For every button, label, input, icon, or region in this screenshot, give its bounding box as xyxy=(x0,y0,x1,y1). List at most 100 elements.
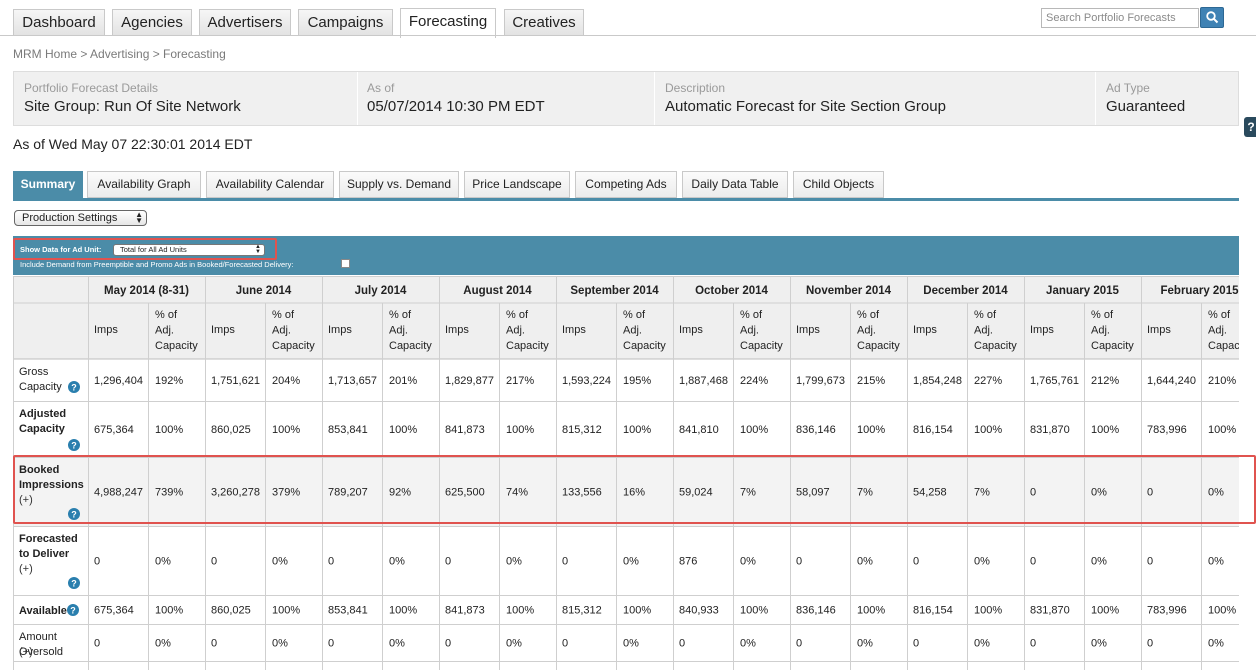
month-header: November 2014 xyxy=(806,285,892,297)
expand-link: (+) xyxy=(19,646,33,658)
imps-value: 1,854,248 xyxy=(913,375,962,387)
imps-value: 0 xyxy=(1147,638,1153,650)
pct-value: 100% xyxy=(974,605,1002,617)
subtab-competing-ads[interactable]: Competing Ads xyxy=(575,171,677,198)
pct-value: 100% xyxy=(155,605,183,617)
subtab-summary[interactable]: Summary xyxy=(13,171,83,199)
imps-value: 0 xyxy=(913,638,919,650)
pct-value: 224% xyxy=(740,375,768,387)
imps-value: 853,841 xyxy=(328,605,368,617)
help-icon: ? xyxy=(71,579,77,589)
imps-value: 0 xyxy=(1030,556,1036,568)
pct-value: 0% xyxy=(506,638,522,650)
imps-header: Imps xyxy=(94,324,118,336)
search-input[interactable]: Search Portfolio Forecasts xyxy=(1041,8,1199,28)
tab-agencies[interactable]: Agencies xyxy=(112,9,192,36)
pct-value: 227% xyxy=(974,375,1002,387)
pct-value: 100% xyxy=(272,424,300,436)
pct-value: 100% xyxy=(857,605,885,617)
pct-value: 100% xyxy=(155,424,183,436)
imps-value: 0 xyxy=(913,556,919,568)
imps-value: 815,312 xyxy=(562,605,602,617)
month-header: July 2014 xyxy=(355,285,407,297)
subtab-availability-graph[interactable]: Availability Graph xyxy=(87,171,201,198)
row-label: Gross xyxy=(19,366,49,378)
description-value: Automatic Forecast for Site Section Grou… xyxy=(665,98,946,115)
imps-value: 0 xyxy=(94,638,100,650)
imps-value: 0 xyxy=(796,556,802,568)
subtab-child-objects[interactable]: Child Objects xyxy=(793,171,884,198)
pct-value: 100% xyxy=(1208,605,1236,617)
tab-forecasting[interactable]: Forecasting xyxy=(400,8,496,38)
month-header: October 2014 xyxy=(695,285,768,297)
pct-value: 0% xyxy=(1091,638,1107,650)
nav-baseline xyxy=(0,35,1256,36)
pct-value: 0% xyxy=(623,556,639,568)
pct-header: Adj. xyxy=(974,325,993,337)
select-arrows-icon: ▲ ▼ xyxy=(135,210,143,225)
imps-value: 841,810 xyxy=(679,424,719,436)
forecast-details-panel: Portfolio Forecast Details Site Group: R… xyxy=(13,71,1239,126)
imps-value: 1,887,468 xyxy=(679,375,728,387)
imps-value: 1,296,404 xyxy=(94,375,143,387)
pct-value: 0% xyxy=(857,638,873,650)
pct-header: Capacity xyxy=(740,340,783,352)
pct-value: 0% xyxy=(740,638,756,650)
pct-header: % of xyxy=(623,309,646,321)
month-header: January 2015 xyxy=(1046,285,1119,297)
subtab-price-landscape[interactable]: Price Landscape xyxy=(464,171,570,198)
imps-header: Imps xyxy=(1147,324,1171,336)
pct-value: 204% xyxy=(272,375,300,387)
portfolio-value: Site Group: Run Of Site Network xyxy=(24,98,241,115)
subtab-daily-data-table[interactable]: Daily Data Table xyxy=(682,171,788,198)
imps-value: 0 xyxy=(94,556,100,568)
pct-header: Adj. xyxy=(272,325,291,337)
imps-header: Imps xyxy=(796,324,820,336)
pct-value: 217% xyxy=(506,375,534,387)
subtab-supply-vs-demand[interactable]: Supply vs. Demand xyxy=(339,171,459,198)
include-demand-checkbox[interactable] xyxy=(341,259,350,268)
tab-creatives[interactable]: Creatives xyxy=(504,9,584,36)
pct-value: 100% xyxy=(1208,424,1236,436)
adtype-value: Guaranteed xyxy=(1106,98,1186,115)
pct-header: Adj. xyxy=(389,325,408,337)
tab-campaigns[interactable]: Campaigns xyxy=(298,9,393,36)
pct-value: 0% xyxy=(506,556,522,568)
pct-value: 100% xyxy=(506,424,534,436)
pct-header: Adj. xyxy=(1208,325,1227,337)
pct-header: % of xyxy=(389,309,412,321)
tab-dashboard[interactable]: Dashboard xyxy=(13,9,105,36)
row-label: Available xyxy=(19,605,67,617)
imps-value: 815,312 xyxy=(562,424,602,436)
imps-header: Imps xyxy=(445,324,469,336)
imps-value: 841,873 xyxy=(445,424,485,436)
month-header: December 2014 xyxy=(923,285,1008,297)
pct-value: 100% xyxy=(389,605,417,617)
pct-header: % of xyxy=(857,309,880,321)
pct-value: 0% xyxy=(389,556,405,568)
imps-value: 1,829,877 xyxy=(445,375,494,387)
asof-value: 05/07/2014 10:30 PM EDT xyxy=(367,98,545,115)
imps-value: 836,146 xyxy=(796,424,836,436)
pct-header: Adj. xyxy=(506,325,525,337)
tab-advertisers[interactable]: Advertisers xyxy=(199,9,291,36)
help-side-tab[interactable]: ? xyxy=(1244,117,1256,137)
pct-header: Capacity xyxy=(974,340,1017,352)
pct-value: 100% xyxy=(506,605,534,617)
imps-header: Imps xyxy=(913,324,937,336)
subtab-availability-calendar[interactable]: Availability Calendar xyxy=(206,171,334,198)
imps-value: 0 xyxy=(211,638,217,650)
row-label: to Deliver xyxy=(19,548,70,560)
pct-value: 0% xyxy=(272,556,288,568)
row-label: Adjusted xyxy=(19,408,66,420)
imps-value: 836,146 xyxy=(796,605,836,617)
production-settings-select[interactable]: Production Settings ▲ ▼ xyxy=(14,210,147,226)
breadcrumb: MRM Home > Advertising > Forecasting xyxy=(13,47,226,61)
imps-value: 0 xyxy=(328,638,334,650)
imps-value: 831,870 xyxy=(1030,424,1070,436)
booked-row-highlight xyxy=(13,455,1256,524)
pct-value: 0% xyxy=(857,556,873,568)
search-button[interactable] xyxy=(1200,7,1224,28)
pct-header: Capacity xyxy=(155,340,198,352)
imps-value: 816,154 xyxy=(913,424,953,436)
